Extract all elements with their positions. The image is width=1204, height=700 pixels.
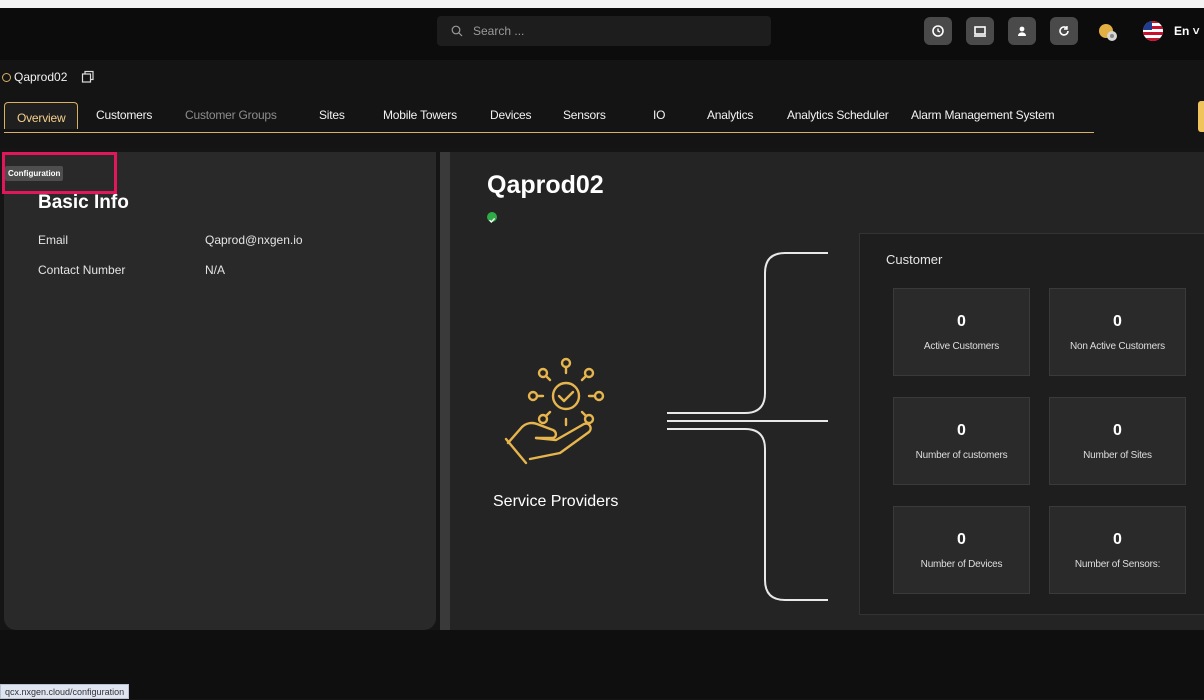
- stat-number-of-sites: 0 Number of Sites: [1049, 397, 1186, 485]
- search-box[interactable]: [437, 16, 771, 46]
- customer-summary-title: Customer: [886, 252, 943, 267]
- stat-label: Number of Sensors:: [1074, 559, 1161, 570]
- tenant-breadcrumb: Qaprod02: [2, 70, 95, 84]
- stat-value: 0: [957, 422, 966, 439]
- history-button[interactable]: [924, 17, 952, 45]
- clock-icon: [932, 25, 944, 37]
- service-providers-label: Service Providers: [493, 493, 619, 510]
- stat-label: Non Active Customers: [1070, 341, 1165, 352]
- status-check-icon: [487, 212, 497, 223]
- chevron-down-icon: ˅: [1189, 24, 1200, 38]
- monitor-icon: [974, 26, 986, 37]
- stat-number-of-devices: 0 Number of Devices: [893, 506, 1030, 594]
- profile-button[interactable]: [1008, 17, 1036, 45]
- tab-overview[interactable]: Overview: [4, 102, 79, 129]
- user-icon: [1018, 26, 1026, 36]
- stat-value: 0: [957, 313, 966, 330]
- refresh-button[interactable]: [1050, 17, 1078, 45]
- copy-icon[interactable]: [81, 70, 95, 84]
- email-label: Email: [38, 233, 69, 247]
- tab-customer-groups[interactable]: Customer Groups: [185, 108, 277, 122]
- tab-sensors[interactable]: Sensors: [563, 108, 606, 122]
- us-flag-icon[interactable]: [1142, 20, 1164, 47]
- tab-bar: Overview Customers Customer Groups Sites…: [4, 102, 1094, 133]
- stat-label: Number of customers: [915, 450, 1008, 461]
- tenant-name: Qaprod02: [14, 70, 68, 84]
- settings-avatar-icon[interactable]: [1097, 21, 1119, 48]
- search-input[interactable]: [473, 24, 733, 38]
- status-bar-url: qcx.nxgen.cloud/configuration: [0, 684, 130, 699]
- panel-divider[interactable]: [440, 152, 450, 630]
- tab-io[interactable]: IO: [653, 108, 665, 122]
- tab-alarm-management-system[interactable]: Alarm Management System: [911, 108, 1055, 122]
- email-value: Qaprod@nxgen.io: [205, 233, 303, 247]
- tab-analytics[interactable]: Analytics: [707, 108, 753, 122]
- refresh-icon: [1059, 26, 1069, 36]
- language-selector[interactable]: En ˅: [1174, 24, 1200, 38]
- stat-label: Number of Devices: [920, 559, 1003, 570]
- basic-info-title: Basic Info: [38, 192, 129, 213]
- contact-number-value: N/A: [205, 263, 226, 277]
- basic-info-panel: [4, 152, 436, 630]
- display-button[interactable]: [966, 17, 994, 45]
- stat-number-of-sensors: 0 Number of Sensors:: [1049, 506, 1186, 594]
- connector-lines: [667, 252, 828, 601]
- contact-number-label: Contact Number: [38, 263, 126, 277]
- stat-active-customers: 0 Active Customers: [893, 288, 1030, 376]
- configuration-tooltip: Configuration: [5, 166, 64, 181]
- stat-label: Number of Sites: [1083, 450, 1152, 461]
- stat-number-of-customers: 0 Number of customers: [893, 397, 1030, 485]
- page-footer: [0, 630, 1204, 699]
- stat-label: Active Customers: [923, 341, 1000, 352]
- language-label: En: [1174, 24, 1190, 38]
- search-icon: [451, 25, 463, 37]
- tab-customers[interactable]: Customers: [96, 108, 152, 122]
- stat-value: 0: [1113, 313, 1122, 330]
- tab-mobile-towers[interactable]: Mobile Towers: [383, 108, 457, 122]
- tab-devices[interactable]: Devices: [490, 108, 531, 122]
- stat-value: 0: [957, 531, 966, 548]
- stat-value: 0: [1113, 531, 1122, 548]
- tab-sites[interactable]: Sites: [319, 108, 345, 122]
- service-providers-icon: [504, 357, 605, 465]
- page-title: Qaprod02: [487, 171, 604, 199]
- stat-value: 0: [1113, 422, 1122, 439]
- stat-non-active-customers: 0 Non Active Customers: [1049, 288, 1186, 376]
- header-action-button[interactable]: [1198, 101, 1204, 132]
- tenant-icon: [2, 72, 11, 82]
- tab-analytics-scheduler[interactable]: Analytics Scheduler: [787, 108, 889, 122]
